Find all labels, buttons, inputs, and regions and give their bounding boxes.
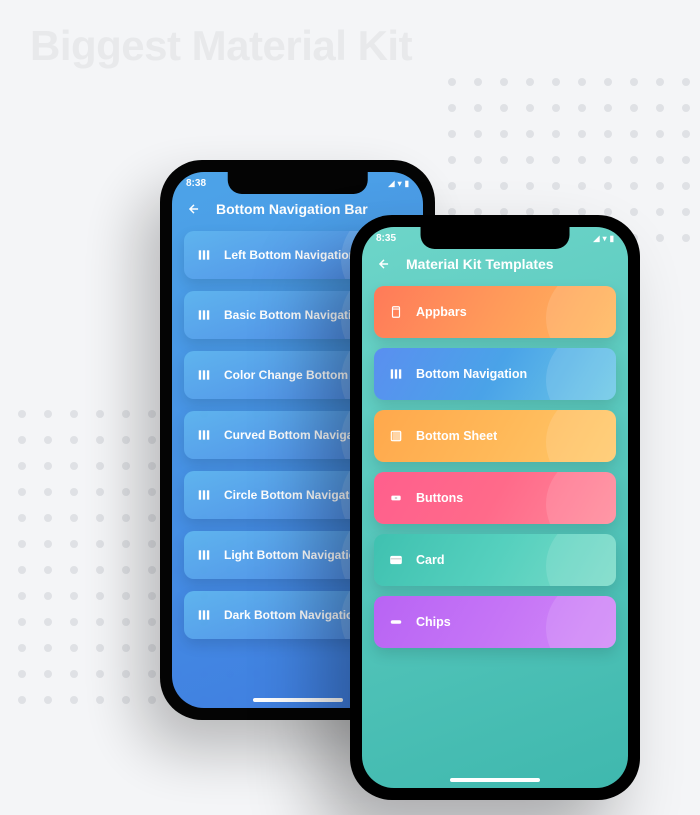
network-icon: ◢: [593, 234, 599, 243]
network-icon: ◢: [388, 179, 394, 188]
list-item-label: Chips: [416, 615, 451, 629]
columns-icon: [196, 487, 212, 503]
buttons-icon: [388, 490, 404, 506]
wifi-icon: ▾: [398, 179, 402, 188]
list-item-label: Bottom Sheet: [416, 429, 497, 443]
columns-icon: [196, 547, 212, 563]
columns-icon: [196, 247, 212, 263]
app-bar-title: Material Kit Templates: [406, 256, 554, 272]
columns-icon: [196, 607, 212, 623]
list-item-label: Bottom Navigation: [416, 367, 527, 381]
list-item[interactable]: Chips: [374, 596, 616, 648]
list-item[interactable]: Bottom Navigation: [374, 348, 616, 400]
list-item-label: Dark Bottom Navigation: [224, 608, 361, 622]
phone-mockup-front: 8:35 ◢ ▾ ▮ Material Kit Templates Appbar…: [350, 215, 640, 800]
wifi-icon: ▾: [603, 234, 607, 243]
list-item-label: Buttons: [416, 491, 463, 505]
app-bar: Material Kit Templates: [362, 246, 628, 286]
status-time: 8:35: [376, 233, 396, 244]
template-list: Appbars Bottom Navigation Bottom Sheet Butt…: [362, 286, 628, 648]
list-item-label: Card: [416, 553, 444, 567]
columns-icon: [196, 307, 212, 323]
bottom-nav-icon: [388, 366, 404, 382]
arrow-left-icon: [187, 202, 201, 216]
home-indicator[interactable]: [253, 698, 343, 702]
card-icon: [388, 552, 404, 568]
phone-notch: [227, 172, 368, 194]
appbars-icon: [388, 304, 404, 320]
home-indicator[interactable]: [450, 778, 540, 782]
back-button[interactable]: [376, 256, 392, 272]
list-item[interactable]: Card: [374, 534, 616, 586]
list-item-label: Basic Bottom Navigation: [224, 308, 366, 322]
list-item[interactable]: Appbars: [374, 286, 616, 338]
bottom-sheet-icon: [388, 428, 404, 444]
battery-icon: ▮: [610, 234, 614, 243]
arrow-left-icon: [377, 257, 391, 271]
status-indicators: ◢ ▾ ▮: [388, 179, 409, 188]
app-bar-title: Bottom Navigation Bar: [216, 201, 368, 217]
list-item-label: Left Bottom Navigation: [224, 248, 356, 262]
list-item[interactable]: Buttons: [374, 472, 616, 524]
page-heading: Biggest Material Kit: [30, 22, 412, 70]
status-time: 8:38: [186, 178, 206, 189]
status-indicators: ◢ ▾ ▮: [593, 234, 614, 243]
columns-icon: [196, 367, 212, 383]
chips-icon: [388, 614, 404, 630]
list-item[interactable]: Bottom Sheet: [374, 410, 616, 462]
columns-icon: [196, 427, 212, 443]
list-item-label: Appbars: [416, 305, 467, 319]
phone-screen-front: 8:35 ◢ ▾ ▮ Material Kit Templates Appbar…: [362, 227, 628, 788]
back-button[interactable]: [186, 201, 202, 217]
list-item-label: Light Bottom Navigation: [224, 548, 363, 562]
list-item-label: Circle Bottom Navigation: [224, 488, 367, 502]
battery-icon: ▮: [405, 179, 409, 188]
phone-notch: [421, 227, 570, 249]
